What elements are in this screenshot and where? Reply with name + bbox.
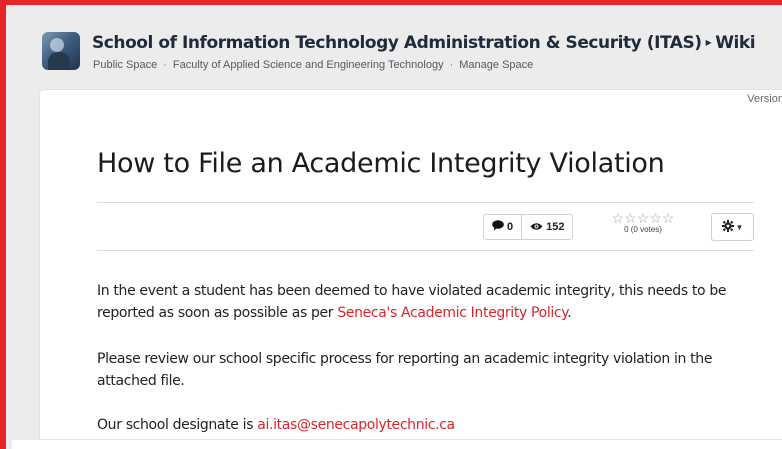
comments-count: 0	[507, 221, 514, 233]
designate-text: Our school designate is	[97, 417, 258, 433]
integrity-policy-link[interactable]: Seneca's Academic Integrity Policy	[337, 305, 567, 321]
views-count: 152	[546, 221, 565, 233]
space-name-link[interactable]: School of Information Technology Adminis…	[92, 33, 702, 53]
paragraph-designate: Our school designate is ai.itas@senecapo…	[97, 414, 767, 436]
divider-bottom	[97, 250, 754, 251]
space-avatar[interactable]	[42, 32, 80, 70]
paragraph-intro: In the event a student has been deemed t…	[97, 280, 767, 324]
space-header: School of Information Technology Adminis…	[42, 28, 782, 78]
page-title: How to File an Academic Integrity Violat…	[97, 148, 665, 179]
space-title: School of Information Technology Adminis…	[92, 33, 756, 53]
star-icon[interactable]: ☆☆☆☆☆	[600, 211, 686, 225]
star-rating[interactable]: ☆☆☆☆☆ 0 (0 votes)	[600, 211, 686, 234]
page-stats: 0 152	[483, 214, 574, 240]
wiki-link[interactable]: Wiki	[715, 33, 755, 53]
eye-icon	[530, 220, 543, 234]
views-stat: 152	[521, 215, 572, 239]
rating-votes: 0 (0 votes)	[624, 225, 662, 234]
avatar-figure	[48, 52, 70, 70]
crumb-separator: ·	[163, 59, 167, 71]
breadcrumb-arrow-icon: ▸	[705, 35, 712, 49]
breadcrumb: Public Space · Faculty of Applied Science …	[93, 59, 533, 71]
version-link[interactable]: Version	[747, 93, 782, 105]
crumb-separator: ·	[449, 59, 454, 71]
comments-stat[interactable]: 0	[484, 215, 521, 239]
wiki-page-panel: Version How to File an Academic Integrit…	[39, 89, 782, 440]
bottom-strip	[12, 440, 782, 449]
intro-end: .	[567, 305, 572, 321]
divider-top	[97, 202, 754, 203]
avatar-highlight	[50, 38, 64, 52]
chevron-down-icon: ▼	[735, 222, 744, 232]
crumb-manage-space[interactable]: Manage Space	[459, 59, 533, 71]
crumb-faculty[interactable]: Faculty of Applied Science and Engineeri…	[173, 59, 444, 71]
comment-icon	[492, 220, 504, 234]
paragraph-process: Please review our school specific proces…	[97, 351, 713, 389]
designate-email-link[interactable]: ai.itas@senecapolytechnic.ca	[257, 417, 455, 433]
crumb-public-space[interactable]: Public Space	[93, 59, 157, 71]
gear-icon	[721, 219, 734, 235]
page-actions-button[interactable]: ▼	[711, 213, 754, 241]
window-frame: School of Information Technology Adminis…	[0, 0, 782, 449]
